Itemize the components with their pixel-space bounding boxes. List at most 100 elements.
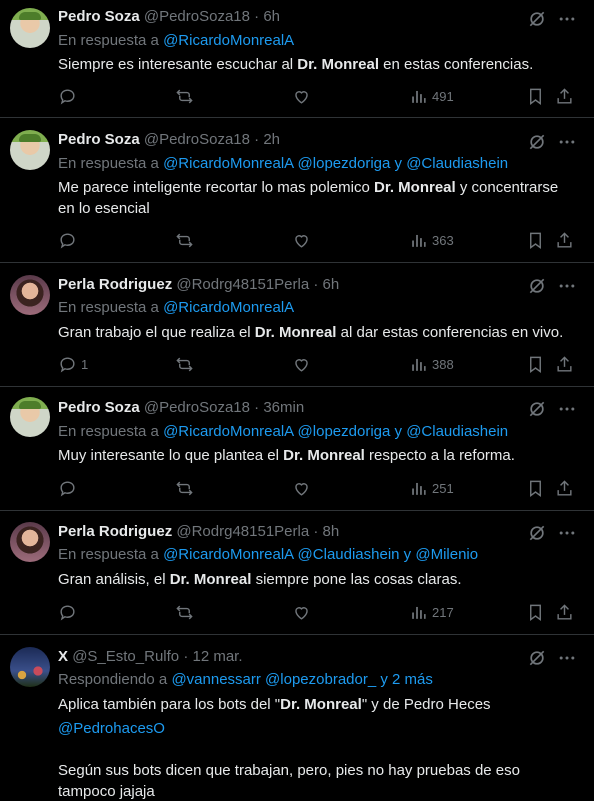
author-name[interactable]: X [58,648,68,665]
author-handle[interactable]: @PedroSoza18 [144,8,250,25]
mention-link[interactable]: @vannessarr [171,671,260,688]
share-button[interactable] [555,86,574,106]
avatar[interactable] [10,397,50,437]
tweet[interactable]: X @S_Esto_Rulfo · 12 mar. Respondiendo a… [0,635,594,801]
mention-link[interactable]: @lopezobrador_ [265,671,376,688]
reply-button[interactable]: 1 [58,354,88,374]
author-name[interactable]: Perla Rodriguez [58,523,172,540]
timestamp[interactable]: 12 mar. [192,648,242,665]
mention-link[interactable]: @lopezdoriga [298,423,391,440]
timestamp[interactable]: 2h [263,131,280,148]
more-options-icon[interactable] [557,132,577,152]
more-options-icon[interactable] [557,523,577,543]
tweet-text: Siempre es interesante escuchar al Dr. M… [58,54,578,75]
bookmark-button[interactable] [526,602,545,622]
share-button[interactable] [555,230,574,250]
author-handle[interactable]: @Rodrg48151Perla [176,523,309,540]
author-name[interactable]: Pedro Soza [58,131,140,148]
mention-link[interactable]: @Claudiashein [406,423,508,440]
tweet-text: Aplica también para los bots del "Dr. Mo… [58,694,578,801]
tweet[interactable]: Perla Rodriguez @Rodrg48151Perla · 8h En… [0,511,594,635]
grok-icon[interactable] [527,523,547,543]
like-button[interactable] [292,86,311,106]
text-segment: respecto a la reforma. [364,447,515,464]
text-bold: Dr. Monreal [169,571,252,588]
reply-button[interactable] [58,478,81,498]
reply-button[interactable] [58,230,81,250]
action-bar: 363 [58,230,578,252]
mention-link[interactable]: @Claudiashein [406,155,508,172]
reply-button[interactable] [58,86,81,106]
tweet-text: Muy interesante lo que plantea el Dr. Mo… [58,445,578,466]
grok-icon[interactable] [527,9,547,29]
author-handle[interactable]: @PedroSoza18 [144,131,250,148]
timestamp[interactable]: 8h [323,523,340,540]
avatar[interactable] [10,647,50,687]
mention-link[interactable]: @RicardoMonrealA [163,299,294,316]
views-button[interactable]: 217 [409,602,454,622]
author-handle[interactable]: @S_Esto_Rulfo [72,648,179,665]
views-button[interactable]: 251 [409,478,454,498]
timestamp[interactable]: 6h [263,8,280,25]
retweet-button[interactable] [175,478,194,498]
action-bar: 251 [58,478,578,500]
avatar[interactable] [10,130,50,170]
share-button[interactable] [555,354,574,374]
text-bold: Dr. Monreal [297,56,379,73]
bookmark-button[interactable] [526,354,545,374]
bookmark-button[interactable] [526,86,545,106]
like-button[interactable] [292,602,311,622]
mention-link[interactable]: @RicardoMonrealA [163,423,293,440]
author-name[interactable]: Pedro Soza [58,399,140,416]
retweet-button[interactable] [175,602,194,622]
timestamp[interactable]: 6h [323,276,340,293]
mention-link[interactable]: @Milenio [415,546,478,563]
like-button[interactable] [292,354,311,374]
mention-link[interactable]: @RicardoMonrealA [163,155,293,172]
mention-link[interactable]: @PedrohacesO [58,718,578,739]
avatar[interactable] [10,275,50,315]
grok-icon[interactable] [527,399,547,419]
more-options-icon[interactable] [557,9,577,29]
share-icon [557,479,572,496]
more-mentions-link[interactable]: y 2 más [380,671,433,688]
timestamp[interactable]: 36min [263,399,304,416]
views-button[interactable]: 491 [409,86,454,106]
bookmark-button[interactable] [526,478,545,498]
grok-icon[interactable] [527,276,547,296]
tweet[interactable]: Pedro Soza @PedroSoza18 · 2h En respuest… [0,118,594,263]
text-segment: siempre pone las cosas claras. [251,571,462,588]
bookmark-button[interactable] [526,230,545,250]
mention-link[interactable]: @Claudiashein [298,546,400,563]
mention-link[interactable]: @RicardoMonrealA [163,546,293,563]
views-button[interactable]: 363 [409,230,454,250]
avatar[interactable] [10,522,50,562]
reply-joiner: y [394,423,403,440]
mention-link[interactable]: @RicardoMonrealA [163,32,294,49]
bookmark-icon [530,232,541,249]
tweet[interactable]: Pedro Soza @PedroSoza18 · 6h En respuest… [0,0,594,118]
author-handle[interactable]: @PedroSoza18 [144,399,250,416]
avatar[interactable] [10,8,50,48]
like-button[interactable] [292,230,311,250]
tweet[interactable]: Perla Rodriguez @Rodrg48151Perla · 6h En… [0,263,594,387]
grok-icon[interactable] [527,132,547,152]
more-options-icon[interactable] [557,648,577,668]
like-button[interactable] [292,478,311,498]
retweet-button[interactable] [175,86,194,106]
tweet[interactable]: Pedro Soza @PedroSoza18 · 36min En respu… [0,387,594,511]
text-segment: al dar estas conferencias en vivo. [336,324,564,341]
share-button[interactable] [555,602,574,622]
author-name[interactable]: Perla Rodriguez [58,276,172,293]
retweet-button[interactable] [175,354,194,374]
author-handle[interactable]: @Rodrg48151Perla [176,276,309,293]
views-button[interactable]: 388 [409,354,454,374]
mention-link[interactable]: @lopezdoriga [298,155,391,172]
more-options-icon[interactable] [557,399,577,419]
retweet-button[interactable] [175,230,194,250]
reply-button[interactable] [58,602,81,622]
author-name[interactable]: Pedro Soza [58,8,140,25]
more-options-icon[interactable] [557,276,577,296]
grok-icon[interactable] [527,648,547,668]
share-button[interactable] [555,478,574,498]
